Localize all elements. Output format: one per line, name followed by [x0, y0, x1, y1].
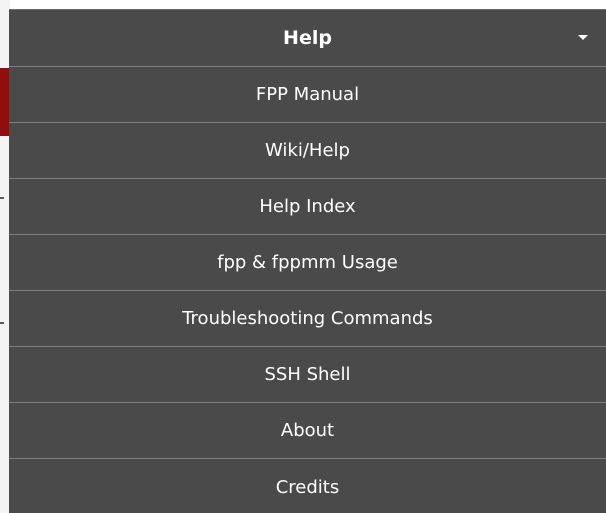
- menu-item-fpp-manual[interactable]: FPP Manual: [9, 67, 606, 123]
- menu-item-wiki-help[interactable]: Wiki/Help: [9, 123, 606, 179]
- help-dropdown-menu: Help FPP Manual Wiki/Help Help Index fpp…: [9, 9, 606, 513]
- menu-item-ssh-shell[interactable]: SSH Shell: [9, 347, 606, 403]
- help-menu-toggle[interactable]: Help: [9, 10, 606, 67]
- menu-item-label: SSH Shell: [264, 364, 351, 385]
- page: Help FPP Manual Wiki/Help Help Index fpp…: [0, 0, 606, 513]
- menu-item-fpp-fppmm-usage[interactable]: fpp & fppmm Usage: [9, 235, 606, 291]
- menu-item-credits[interactable]: Credits: [9, 459, 606, 513]
- page-edge-mark: [0, 322, 4, 324]
- menu-item-label: Troubleshooting Commands: [182, 308, 433, 329]
- help-menu-title: Help: [283, 27, 332, 49]
- menu-item-troubleshooting-commands[interactable]: Troubleshooting Commands: [9, 291, 606, 347]
- menu-item-about[interactable]: About: [9, 403, 606, 459]
- menu-item-label: Credits: [275, 476, 340, 498]
- menu-item-label: fpp & fppmm Usage: [217, 252, 398, 273]
- menu-item-label: Help Index: [259, 196, 356, 217]
- menu-item-label: Wiki/Help: [265, 140, 350, 161]
- page-edge-mark: [0, 197, 4, 199]
- chevron-down-icon: [578, 35, 588, 40]
- menu-item-label: FPP Manual: [255, 84, 360, 105]
- menu-item-help-index[interactable]: Help Index: [9, 179, 606, 235]
- menu-item-label: About: [280, 420, 335, 441]
